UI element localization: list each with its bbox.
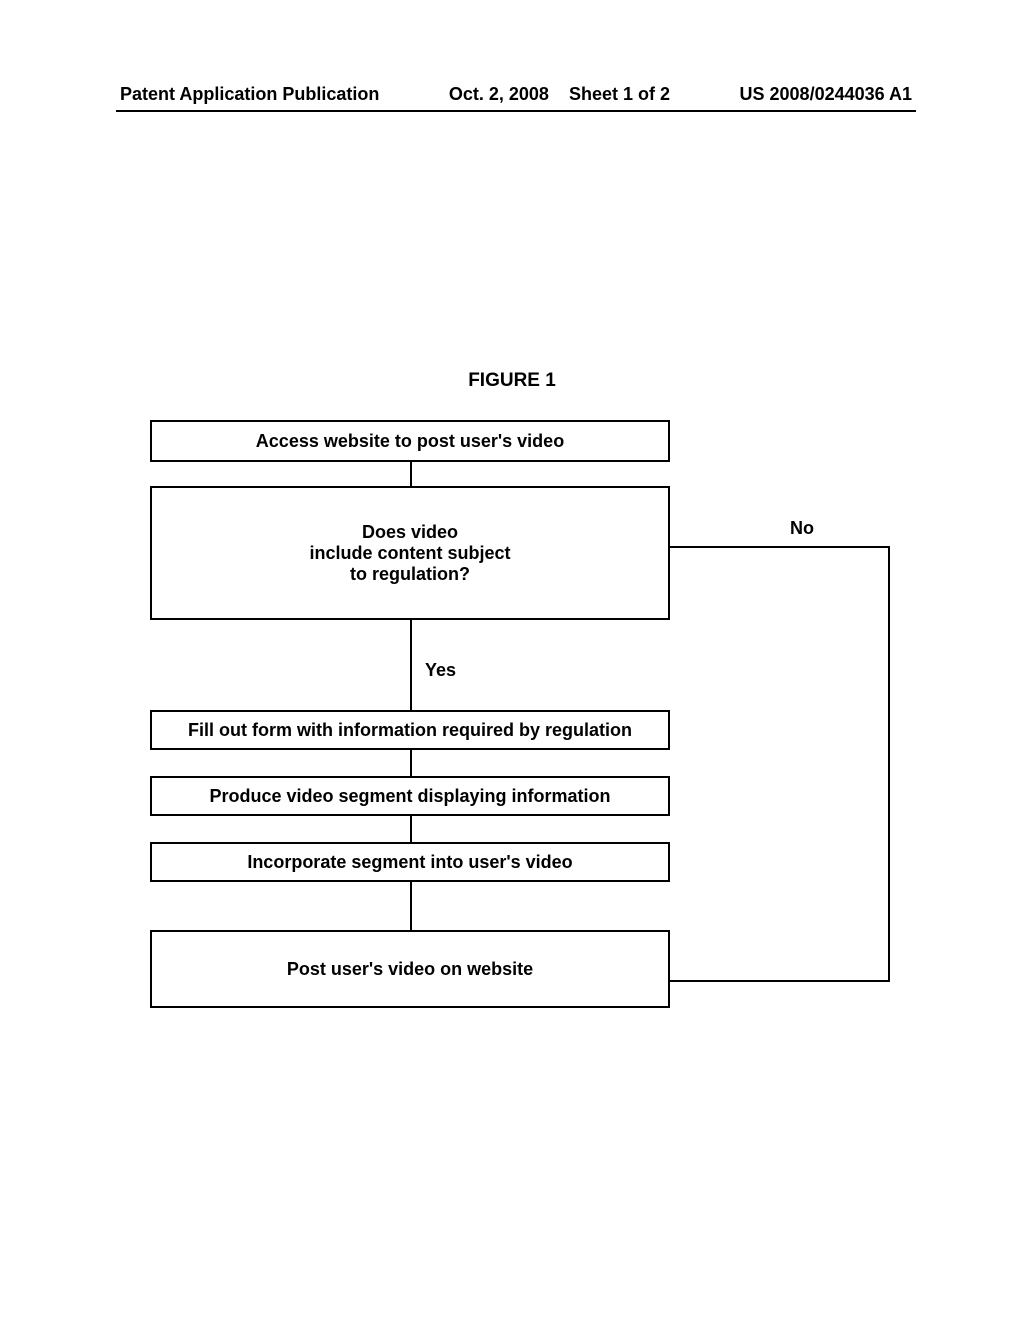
connector [670, 980, 890, 982]
flow-step-label: Post user's video on website [287, 959, 533, 980]
connector [410, 750, 412, 776]
flow-step-label: Produce video segment displaying informa… [209, 786, 610, 807]
flow-step-label: Fill out form with information required … [188, 720, 632, 741]
header-rule [116, 110, 916, 112]
connector [410, 816, 412, 842]
doc-number: US 2008/0244036 A1 [740, 84, 912, 105]
connector [410, 882, 412, 930]
figure-title: FIGURE 1 [0, 370, 1024, 392]
flow-step-access: Access website to post user's video [150, 420, 670, 462]
connector [670, 546, 890, 548]
pub-label: Patent Application Publication [120, 84, 379, 105]
connector [410, 462, 412, 486]
flow-step-label: Access website to post user's video [256, 431, 564, 452]
flow-step-incorporate: Incorporate segment into user's video [150, 842, 670, 882]
flow-step-post-video: Post user's video on website [150, 930, 670, 1008]
flow-step-label: Incorporate segment into user's video [247, 852, 572, 873]
decision-text-line: Does video [362, 522, 458, 543]
label-yes: Yes [425, 660, 456, 681]
flow-decision-regulation: Does video include content subject to re… [150, 486, 670, 620]
page-header: Patent Application Publication Oct. 2, 2… [0, 84, 1024, 105]
connector [410, 620, 412, 710]
connector [888, 546, 890, 982]
flow-step-fill-form: Fill out form with information required … [150, 710, 670, 750]
sheet-number: Sheet 1 of 2 [569, 84, 670, 104]
label-no: No [790, 518, 814, 539]
decision-text-line: to regulation? [350, 564, 470, 585]
decision-text-line: include content subject [309, 543, 510, 564]
pub-date: Oct. 2, 2008 [449, 84, 549, 104]
flow-step-produce-segment: Produce video segment displaying informa… [150, 776, 670, 816]
